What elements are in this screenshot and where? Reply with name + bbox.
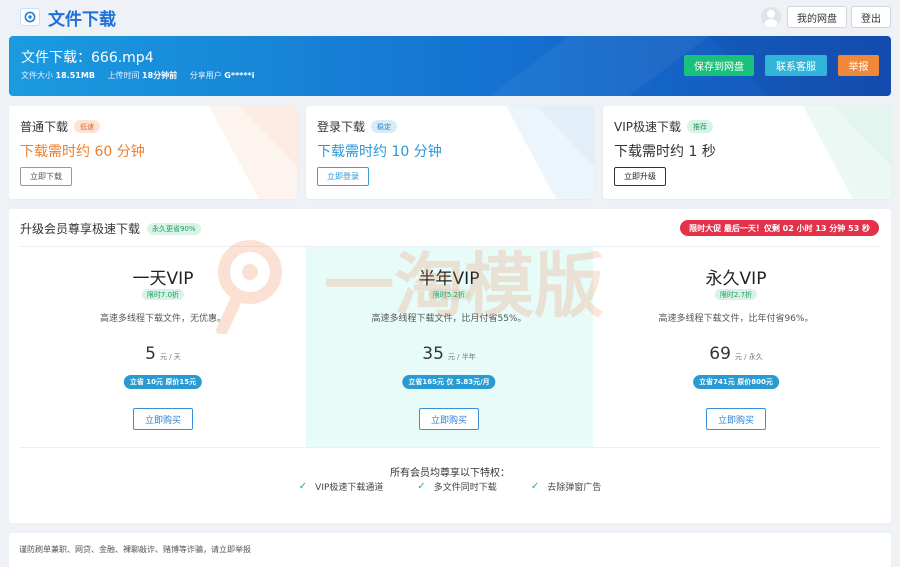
file-size-value: 18.51MB [55, 71, 95, 80]
vip-download-time: 下载需时约 1 秒 [614, 144, 716, 160]
vip-download-title: VIP极速下载 [614, 120, 681, 134]
file-title: 文件下载：666.mp4 [21, 50, 154, 66]
contact-support-button[interactable]: 联系客服 [765, 55, 827, 76]
normal-download-time: 下载需时约 60 分钟 [20, 144, 145, 160]
report-button[interactable]: 举报 [838, 55, 879, 76]
check-icon: ✓ [298, 481, 308, 492]
plan-name: 半年VIP [418, 269, 480, 289]
plan-price-unit: 元 / 天 [160, 353, 181, 361]
vip-heading-badge: 永久更省90% [147, 222, 201, 235]
recommend-badge: 推荐 [687, 120, 713, 133]
plan-savings-badge: 立省741元 原价800元 [693, 375, 779, 389]
plan-discount-badge: 限时2.7折 [714, 289, 758, 300]
plan-discount-badge: 限时7.0折 [141, 289, 185, 300]
upload-time-value: 18分钟前 [142, 71, 178, 80]
plan-price: 69 元 / 永久 [593, 344, 879, 364]
benefit-item: ✓ 多文件同时下载 [417, 480, 496, 493]
plan-price-value: 35 [422, 344, 444, 364]
plan-price-value: 5 [145, 344, 156, 364]
upload-time-label: 上传时间 [107, 71, 140, 80]
plan-savings-badge: 立省 10元 原价15元 [123, 375, 203, 389]
benefits-list: ✓ VIP极速下载通道 ✓ 多文件同时下载 ✓ 去除弹窗广告 [9, 480, 891, 493]
normal-download-title: 普通下载 [20, 120, 69, 134]
plan-day: 一天VIP 限时7.0折 高速多线程下载文件，无优惠。 5 元 / 天 立省 10… [20, 247, 306, 447]
fraud-warning-text: 谨防刷单兼职、网贷、金融、裸聊敲诈、赌博等诈骗，请立即举报 [19, 545, 251, 554]
sharer-label: 分享用户 [189, 71, 222, 80]
check-icon: ✓ [417, 481, 426, 492]
site-title: 文件下载 [48, 10, 116, 30]
benefit-label: 多文件同时下载 [433, 483, 497, 493]
file-meta: 文件大小 18.51MB 上传时间 18分钟前 分享用户 G*****i [21, 70, 254, 81]
plan-description: 高速多线程下载文件，无优惠。 [99, 314, 226, 324]
plan-price: 5 元 / 天 [20, 344, 306, 364]
login-download-time: 下载需时约 10 分钟 [317, 144, 442, 160]
my-disk-button[interactable]: 我的网盘 [787, 6, 847, 28]
benefit-item: ✓ VIP极速下载通道 [299, 480, 384, 493]
slow-badge: 低速 [74, 120, 101, 133]
login-download-title: 登录下载 [317, 120, 366, 134]
save-to-disk-button[interactable]: 保存到网盘 [684, 55, 754, 76]
buy-day-plan-button[interactable]: 立即购买 [133, 408, 193, 430]
card-title: VIP极速下载 推荐 [614, 118, 713, 135]
plan-price-unit: 元 / 半年 [447, 353, 476, 361]
normal-download-card: 普通下载 低速 下载需时约 60 分钟 立即下载 [9, 106, 297, 199]
footer: 谨防刷单兼职、网贷、金融、裸聊敲诈、赌博等诈骗，请立即举报 [9, 533, 891, 567]
upgrade-now-button[interactable]: 立即升级 [614, 167, 666, 186]
stable-badge: 稳定 [371, 120, 398, 133]
promo-countdown-badge: 限时大促 最后一天！仅剩 02 小时 13 分钟 53 秒 [680, 220, 879, 236]
benefits-title: 所有会员均尊享以下特权： [390, 468, 510, 479]
login-now-button[interactable]: 立即登录 [317, 167, 369, 186]
benefit-item: ✓ 去除弹窗广告 [531, 480, 601, 493]
file-banner: 文件下载：666.mp4 文件大小 18.51MB 上传时间 18分钟前 分享用… [9, 36, 891, 96]
plan-half-year: 半年VIP 限时5.2折 高速多线程下载文件，比月付省55%。 35 元 / 半年… [306, 247, 592, 447]
card-title: 普通下载 低速 [20, 118, 101, 135]
login-download-card: 登录下载 稳定 下载需时约 10 分钟 立即登录 [306, 106, 594, 199]
vip-heading-text: 升级会员尊享极速下载 [20, 222, 141, 236]
check-icon: ✓ [530, 481, 540, 492]
vip-panel: 升级会员尊享极速下载 永久更省90% 限时大促 最后一天！仅剩 02 小时 13… [9, 209, 891, 523]
plan-price: 35 元 / 半年 [306, 344, 592, 364]
benefit-label: 去除弹窗广告 [547, 483, 602, 493]
plan-description: 高速多线程下载文件，比年付省96%。 [658, 314, 814, 324]
user-avatar-icon[interactable] [761, 7, 781, 27]
benefit-label: VIP极速下载通道 [315, 483, 384, 493]
divider [20, 447, 880, 448]
download-now-button[interactable]: 立即下载 [20, 167, 72, 186]
plan-name: 永久VIP [705, 269, 767, 289]
vip-download-card: VIP极速下载 推荐 下载需时约 1 秒 立即升级 [603, 106, 891, 199]
plan-savings-badge: 立省165元 仅 5.83元/月 [402, 375, 496, 389]
buy-half-year-plan-button[interactable]: 立即购买 [419, 408, 479, 430]
file-size-label: 文件大小 [21, 71, 53, 80]
plan-lifetime: 永久VIP 限时2.7折 高速多线程下载文件，比年付省96%。 69 元 / 永久… [593, 247, 879, 447]
plan-discount-badge: 限时5.2折 [427, 289, 471, 300]
plan-price-unit: 元 / 永久 [734, 353, 763, 361]
buy-lifetime-plan-button[interactable]: 立即购买 [706, 408, 766, 430]
sharer-value: G*****i [224, 71, 255, 80]
logout-button[interactable]: 登出 [851, 6, 891, 28]
plan-description: 高速多线程下载文件，比月付省55%。 [371, 314, 527, 324]
plan-price-value: 69 [709, 344, 731, 364]
card-title: 登录下载 稳定 [317, 118, 398, 135]
plan-name: 一天VIP [132, 269, 194, 289]
top-bar: 文件下载 我的网盘 登出 [0, 0, 900, 34]
cloud-logo-icon [20, 8, 40, 26]
vip-heading: 升级会员尊享极速下载 永久更省90% [20, 220, 201, 237]
